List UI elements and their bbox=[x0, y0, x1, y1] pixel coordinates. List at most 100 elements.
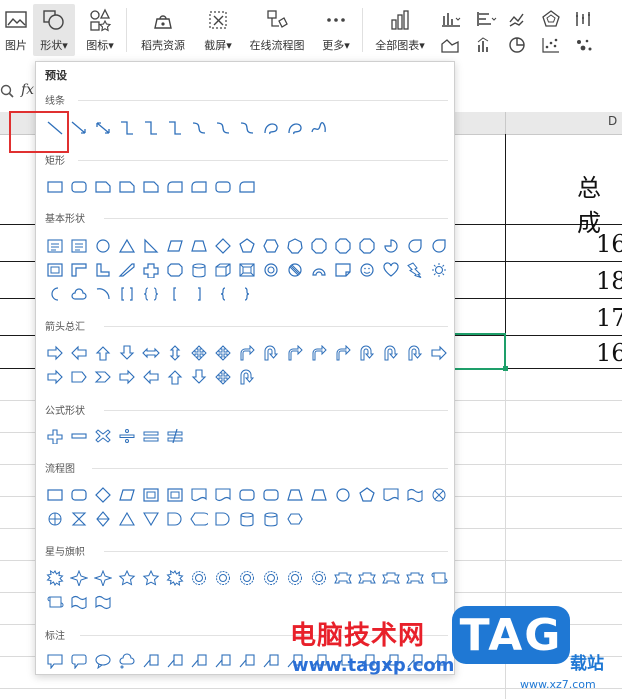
shape-smile-icon[interactable] bbox=[355, 259, 379, 281]
bubble-chart-icon[interactable] bbox=[573, 36, 595, 54]
shape-arr-r-icon[interactable] bbox=[43, 342, 67, 364]
shape-seal-icon[interactable] bbox=[283, 567, 307, 589]
shape-seal-icon[interactable] bbox=[307, 567, 331, 589]
table-cell[interactable]: 17 bbox=[596, 304, 622, 332]
table-cell[interactable]: 16 bbox=[596, 339, 622, 367]
shape-diamond-icon[interactable] bbox=[91, 484, 115, 506]
shape-star5-icon[interactable] bbox=[115, 567, 139, 589]
shape-scroll-icon[interactable] bbox=[43, 591, 67, 613]
shape-neq-icon[interactable] bbox=[163, 425, 187, 447]
line-chart-icon[interactable] bbox=[508, 10, 530, 28]
cell-header-total[interactable]: 总成 bbox=[577, 168, 622, 238]
shape-call-rect-icon[interactable] bbox=[43, 650, 67, 672]
shape-sum-j-icon[interactable] bbox=[427, 484, 451, 506]
shape-arr-bent-icon[interactable] bbox=[283, 342, 307, 364]
shape-dbl-arrow-icon[interactable] bbox=[91, 117, 115, 139]
shape-snip-icon[interactable] bbox=[91, 176, 115, 198]
shape-rect-icon[interactable] bbox=[43, 176, 67, 198]
combo-chart-icon[interactable] bbox=[476, 36, 498, 54]
selected-cell[interactable] bbox=[450, 333, 506, 370]
shape-doc-icon[interactable] bbox=[379, 484, 403, 506]
shape-arr-u2-icon[interactable] bbox=[403, 342, 427, 364]
shape-rtri-icon[interactable] bbox=[139, 235, 163, 257]
shape-display-icon[interactable] bbox=[187, 508, 211, 530]
more-button[interactable]: 更多▾ bbox=[316, 4, 356, 56]
column-header-d[interactable]: D bbox=[608, 114, 617, 128]
shape-pent-icon[interactable] bbox=[235, 235, 259, 257]
shape-call-round-icon[interactable] bbox=[67, 650, 91, 672]
shape-oct-icon[interactable] bbox=[355, 235, 379, 257]
shape-hex-flow-icon[interactable] bbox=[283, 508, 307, 530]
scatter-chart-icon[interactable] bbox=[541, 36, 563, 54]
shape-equal-icon[interactable] bbox=[139, 425, 163, 447]
shape-fold-icon[interactable] bbox=[331, 259, 355, 281]
radar-chart-icon[interactable] bbox=[541, 10, 563, 28]
shape-button[interactable]: 形状▾ bbox=[33, 4, 75, 56]
screenshot-button[interactable]: 截屏▾ bbox=[198, 4, 238, 56]
shape-brace-pair-icon[interactable] bbox=[139, 283, 163, 305]
shape-pent-arr-icon[interactable] bbox=[67, 366, 91, 388]
shape-arr-r-icon[interactable] bbox=[43, 366, 67, 388]
shape-circle-icon[interactable] bbox=[331, 484, 355, 506]
table-cell[interactable]: 18 bbox=[596, 267, 622, 295]
shape-star4-icon[interactable] bbox=[67, 567, 91, 589]
shape-cross-icon[interactable] bbox=[139, 259, 163, 281]
shape-plaque-icon[interactable] bbox=[163, 259, 187, 281]
pie-chart-icon[interactable] bbox=[508, 36, 530, 54]
shape-arr-r-icon[interactable] bbox=[115, 366, 139, 388]
shape-plus-icon[interactable] bbox=[43, 425, 67, 447]
shape-burst-icon[interactable] bbox=[43, 567, 67, 589]
shape-hex-icon[interactable] bbox=[259, 235, 283, 257]
shape-sort-icon[interactable] bbox=[91, 508, 115, 530]
shape-nosym-icon[interactable] bbox=[283, 259, 307, 281]
shape-arr-bent-icon[interactable] bbox=[235, 342, 259, 364]
shape-arr-quad-icon[interactable] bbox=[211, 342, 235, 364]
shape-snip-icon[interactable] bbox=[115, 176, 139, 198]
shape-para-icon[interactable] bbox=[115, 484, 139, 506]
shape-call-oval-icon[interactable] bbox=[91, 650, 115, 672]
shape-trap-icon[interactable] bbox=[307, 484, 331, 506]
shape-hourglass-icon[interactable] bbox=[67, 508, 91, 530]
shape-bevel-icon[interactable] bbox=[235, 259, 259, 281]
shape-bolt-icon[interactable] bbox=[403, 259, 427, 281]
shape-arr-u2-icon[interactable] bbox=[355, 342, 379, 364]
shape-or-j-icon[interactable] bbox=[43, 508, 67, 530]
shape-arr-bent-icon[interactable] bbox=[331, 342, 355, 364]
shape-ribbon-icon[interactable] bbox=[331, 567, 355, 589]
shape-lbracket-icon[interactable] bbox=[163, 283, 187, 305]
picture-button[interactable]: 图片 bbox=[0, 4, 32, 56]
shape-doc-icon[interactable] bbox=[211, 484, 235, 506]
fx-icon[interactable]: fx bbox=[21, 82, 34, 98]
shape-trap-icon[interactable] bbox=[283, 484, 307, 506]
shape-rect-icon[interactable] bbox=[43, 484, 67, 506]
shape-snip-icon[interactable] bbox=[139, 176, 163, 198]
shape-elbow-icon[interactable] bbox=[163, 117, 187, 139]
area-chart-icon[interactable] bbox=[440, 36, 462, 54]
shape-call-line-icon[interactable] bbox=[211, 650, 235, 672]
shape-call-line-icon[interactable] bbox=[163, 650, 187, 672]
shape-trap-icon[interactable] bbox=[187, 235, 211, 257]
shape-chevron-icon[interactable] bbox=[91, 366, 115, 388]
shape-arr-l-icon[interactable] bbox=[67, 342, 91, 364]
shape-divide-icon[interactable] bbox=[115, 425, 139, 447]
flowchart-button[interactable]: 在线流程图 bbox=[244, 4, 310, 56]
shape-rrect-icon[interactable] bbox=[211, 176, 235, 198]
shape-seal-icon[interactable] bbox=[259, 567, 283, 589]
shape-rbracket-icon[interactable] bbox=[187, 283, 211, 305]
shape-tear-icon[interactable] bbox=[427, 235, 451, 257]
shape-circle-icon[interactable] bbox=[91, 235, 115, 257]
shape-burst-icon[interactable] bbox=[163, 567, 187, 589]
shape-moon-icon[interactable] bbox=[43, 283, 67, 305]
shape-cube-icon[interactable] bbox=[211, 259, 235, 281]
shape-round1-icon[interactable] bbox=[187, 176, 211, 198]
shape-donut-icon[interactable] bbox=[259, 259, 283, 281]
shape-wave-icon[interactable] bbox=[403, 484, 427, 506]
stock-chart-icon[interactable] bbox=[573, 10, 595, 28]
shape-arr-u-d-icon[interactable] bbox=[163, 342, 187, 364]
shape-merge-icon[interactable] bbox=[139, 508, 163, 530]
shape-frame-icon[interactable] bbox=[43, 259, 67, 281]
table-cell[interactable]: 16 bbox=[596, 230, 622, 258]
all-charts-button[interactable]: 全部图表▾ bbox=[370, 4, 430, 56]
shape-star5-icon[interactable] bbox=[139, 567, 163, 589]
icon-button[interactable]: 图标▾ bbox=[80, 4, 120, 56]
